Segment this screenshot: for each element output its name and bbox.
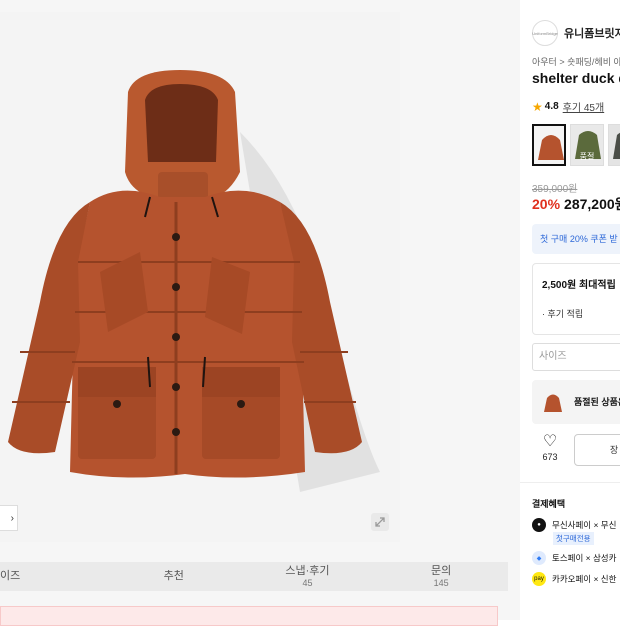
review-count-link[interactable]: 후기 45개 [563, 99, 605, 114]
tab-inquiry-count: 145 [433, 578, 449, 588]
star-icon: ★ [532, 99, 543, 114]
rating-score: 4.8 [544, 101, 559, 112]
discount-rate: 20% [532, 196, 561, 212]
toss-pay-icon: ◆ [532, 551, 546, 565]
musinsa-pay-icon: ● [532, 518, 546, 532]
tab-snap-review-count: 45 [302, 578, 313, 588]
soldout-tag: 품절 [579, 152, 595, 161]
expand-icon[interactable] [371, 513, 389, 531]
payment-row-text: 무신사페이 × 무신 [552, 520, 617, 530]
points-box: 2,500원 최대적립 · 후기 적립 [532, 263, 620, 335]
sale-price-row: 20%287,200원 [532, 194, 620, 214]
payment-row-kakao[interactable]: pay 카카오페이 × 신한 [532, 572, 616, 586]
first-purchase-tag: 첫구매전용 [553, 532, 594, 545]
tab-inquiry-label: 문의 [431, 565, 452, 577]
color-swatches: 품절 [532, 124, 620, 166]
like-count: 673 [542, 452, 558, 462]
original-price: 359,000원 [532, 184, 578, 195]
swatch-charcoal[interactable] [608, 124, 620, 166]
product-title: shelter duck do [532, 70, 620, 86]
tab-snap-review[interactable]: 스냅·후기 45 [241, 562, 375, 591]
max-points-label: 2,500원 최대적립 [542, 280, 616, 291]
review-points-label: · 후기 적립 [542, 309, 584, 319]
chevron-right-icon: › [10, 512, 14, 524]
sale-price: 287,200원 [564, 196, 620, 212]
jacket-product-image [8, 70, 380, 492]
coupon-banner[interactable]: 첫 구매 20% 쿠폰 받 [532, 224, 620, 254]
tab-snap-review-label: 스냅·후기 [285, 565, 330, 577]
tab-inquiry[interactable]: 문의 145 [374, 562, 508, 591]
tab-size[interactable]: 이즈 [0, 562, 107, 591]
jacket-thumbnail-image [609, 125, 620, 165]
payment-benefits-heading: 결제혜택 [532, 499, 566, 509]
product-tabs: 이즈 추천 스냅·후기 45 문의 145 [0, 562, 508, 591]
swatch-olive[interactable]: 품절 [570, 124, 604, 166]
brand-row[interactable]: UniformBridge 유니폼브릿지 [532, 20, 620, 46]
tab-recommend-label: 추천 [163, 570, 184, 582]
divider [520, 482, 620, 483]
gallery-thumbnail-next[interactable]: › [0, 505, 18, 531]
heart-icon: ♡ [542, 433, 558, 450]
jacket-thumbnail-image [544, 394, 562, 412]
payment-row-musinsa[interactable]: ● 무신사페이 × 무신 [532, 518, 616, 532]
payment-row-toss[interactable]: ◆ 토스페이 × 삼성카 [532, 551, 616, 565]
product-info-panel: UniformBridge 유니폼브릿지 아우터 > 숏패딩/헤비 아 shel… [520, 0, 620, 620]
like-button[interactable]: ♡ 673 [532, 433, 568, 463]
tab-size-label: 이즈 [0, 570, 21, 582]
tab-recommend[interactable]: 추천 [107, 562, 241, 591]
payment-row-text: 토스페이 × 삼성카 [552, 553, 617, 563]
rating-row: ★ 4.8 후기 45개 [532, 99, 605, 115]
breadcrumb[interactable]: 아우터 > 숏패딩/헤비 아 [532, 55, 620, 68]
soldout-text: 품절된 상품은 [574, 397, 620, 407]
brand-name[interactable]: 유니폼브릿지 [564, 25, 620, 41]
payment-row-text: 카카오페이 × 신한 [552, 574, 617, 584]
jacket-thumbnail-image [534, 126, 564, 164]
product-image-gallery[interactable] [0, 12, 400, 542]
cart-button[interactable]: 장 [574, 434, 620, 466]
size-select[interactable]: 사이즈 [532, 343, 620, 371]
soldout-notice[interactable]: 품절된 상품은 [532, 380, 620, 424]
notice-banner [0, 606, 498, 626]
swatch-rust[interactable] [532, 124, 566, 166]
kakao-pay-icon: pay [532, 572, 546, 586]
brand-logo: UniformBridge [532, 20, 558, 46]
